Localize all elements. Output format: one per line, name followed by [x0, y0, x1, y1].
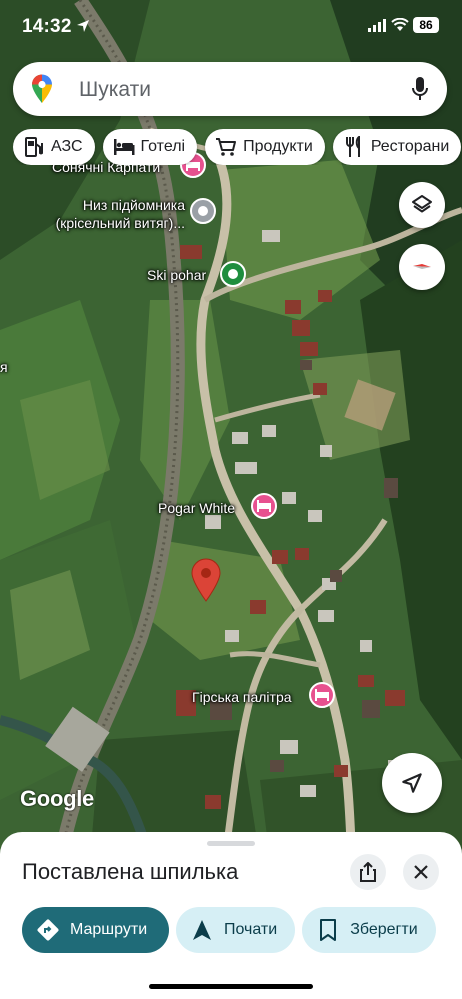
place-label-pogar[interactable]: Pogar White	[158, 499, 235, 517]
status-time: 14:32	[22, 16, 72, 37]
save-label: Зберегти	[350, 921, 418, 938]
battery-indicator: 86	[413, 17, 439, 33]
fork-knife-icon	[343, 136, 365, 158]
close-icon	[414, 865, 428, 879]
chip-label: Ресторани	[370, 138, 450, 155]
hotel-marker-icon[interactable]	[251, 493, 277, 519]
my-location-button[interactable]	[382, 753, 442, 813]
gas-station-icon	[23, 136, 45, 158]
chip-label: Готелі	[140, 138, 186, 155]
place-label-palitra[interactable]: Гірська палітра	[192, 688, 292, 706]
chip-label: Продукти	[243, 138, 313, 155]
place-label-lift-line1: Низ підйомника	[82, 197, 185, 213]
place-label-lift-line2: (крісельний витяг)...	[55, 215, 185, 231]
directions-icon	[36, 918, 60, 942]
place-sheet[interactable]: Поставлена шпилька Маршрути Почати Збере…	[0, 832, 462, 999]
shopping-cart-icon	[215, 136, 237, 158]
ski-marker-icon[interactable]	[220, 261, 246, 287]
home-indicator[interactable]	[149, 984, 313, 989]
directions-label: Маршрути	[70, 921, 148, 938]
start-button[interactable]: Почати	[176, 907, 296, 953]
bookmark-icon	[316, 918, 340, 942]
bed-icon	[113, 136, 135, 158]
navigation-arrow-icon	[402, 773, 422, 793]
wifi-icon	[391, 18, 409, 31]
share-button[interactable]	[350, 854, 386, 890]
navigation-arrow-icon	[190, 918, 214, 942]
layers-icon	[412, 195, 432, 213]
start-label: Почати	[224, 921, 278, 938]
search-input[interactable]: Шукати	[79, 78, 151, 102]
sheet-drag-handle[interactable]	[207, 841, 255, 846]
layers-button[interactable]	[399, 182, 445, 228]
save-button[interactable]: Зберегти	[302, 907, 436, 953]
sheet-title: Поставлена шпилька	[22, 859, 239, 884]
place-label-edge: я	[0, 359, 8, 375]
maps-logo-icon	[32, 74, 52, 103]
directions-button[interactable]: Маршрути	[22, 907, 169, 953]
hotel-marker-icon[interactable]	[309, 682, 335, 708]
category-chips: АЗС Готелі Продукти Ресторани	[13, 129, 462, 165]
compass-icon	[413, 264, 431, 269]
share-icon	[360, 862, 376, 882]
chip-gas-station[interactable]: АЗС	[13, 129, 95, 165]
status-bar: 14:32 86	[0, 0, 462, 50]
location-arrow-icon	[77, 20, 89, 32]
google-attribution: Google	[20, 786, 94, 811]
chip-hotels[interactable]: Готелі	[102, 129, 198, 165]
compass-button[interactable]	[399, 244, 445, 290]
close-button[interactable]	[403, 854, 439, 890]
chip-restaurants[interactable]: Ресторани	[332, 129, 462, 165]
place-label-ski[interactable]: Ski pohar	[147, 266, 206, 284]
dropped-pin-icon[interactable]	[190, 558, 222, 602]
place-label-lift[interactable]: Низ підйомника (крісельний витяг)...	[40, 196, 185, 232]
lift-marker-icon[interactable]	[190, 198, 216, 224]
chip-label: АЗС	[51, 138, 83, 155]
chip-groceries[interactable]: Продукти	[205, 129, 325, 165]
microphone-icon[interactable]	[411, 76, 429, 102]
sheet-actions: Маршрути Почати Зберегти	[22, 907, 443, 953]
search-bar[interactable]: Шукати	[13, 62, 447, 116]
signal-icon	[368, 19, 386, 32]
